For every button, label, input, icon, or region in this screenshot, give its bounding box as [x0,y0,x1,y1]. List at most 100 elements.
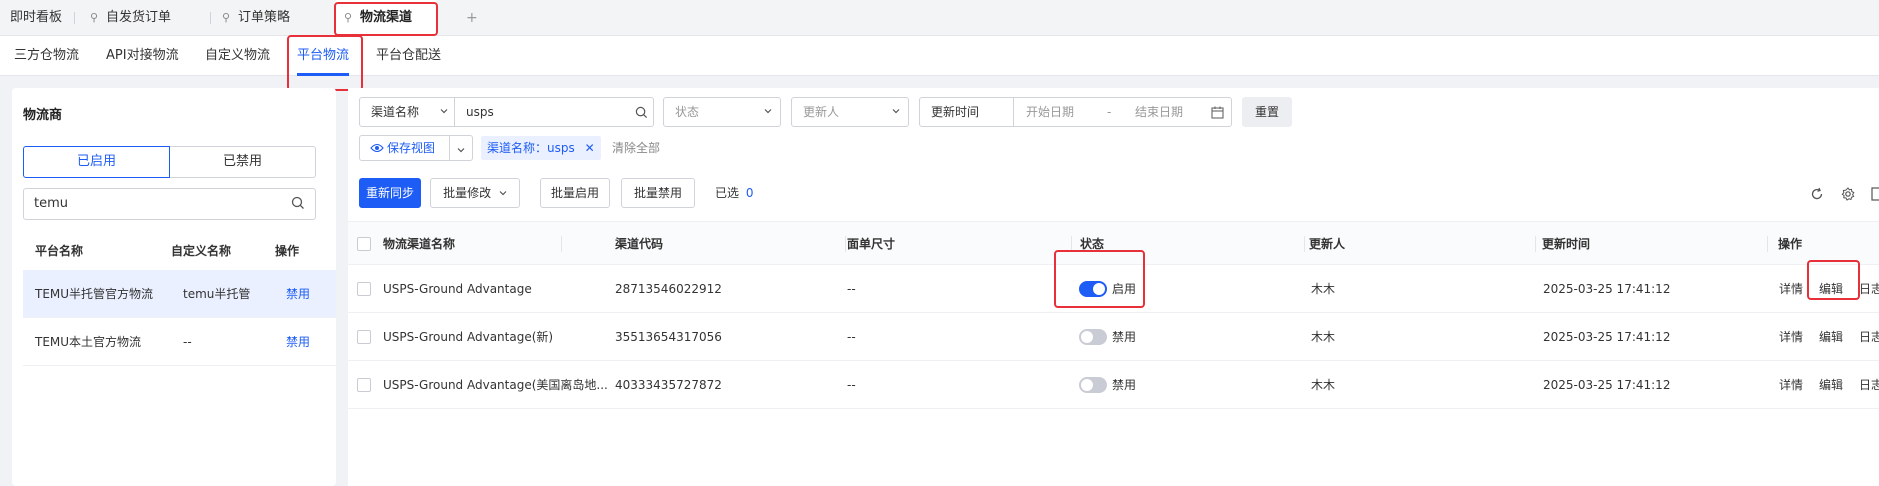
save-view-dropdown[interactable] [449,135,473,161]
col-divider [845,236,846,252]
end-date-input[interactable]: 结束日期 [1135,98,1183,126]
status-toggle[interactable] [1079,281,1107,297]
subtab-platform-warehouse[interactable]: 平台仓配送 [376,36,441,76]
top-tab-logistics-channel[interactable]: ⚲ 物流渠道 [336,0,436,36]
detail-link[interactable]: 详情 [1779,265,1803,313]
reset-button[interactable]: 重置 [1242,97,1292,127]
batch-edit-dropdown[interactable]: 批量修改 [430,178,520,208]
updater-name: 木木 [1311,330,1336,344]
refresh-icon[interactable] [1810,187,1824,201]
search-icon[interactable] [291,196,305,210]
channel-search-input[interactable]: usps [466,98,494,126]
save-view-button[interactable]: 保存视图 [359,135,450,161]
carrier-row[interactable]: TEMU本土官方物流 -- 禁用 [23,318,336,366]
table-header: 物流渠道名称 渠道代码 面单尺寸 状态 更新人 更新时间 操作 [348,221,1879,265]
updater-name: 木木 [1311,282,1336,296]
col-header-channel-code: 渠道代码 [615,237,664,251]
pin-icon: ⚲ [222,11,231,24]
select-value: 渠道名称 [371,105,420,119]
add-tab-icon[interactable]: + [466,0,478,36]
search-icon[interactable] [635,106,648,119]
subtab-platform-logistics[interactable]: 平台物流 [297,36,349,76]
col-header-operations: 操作 [1778,237,1803,251]
carrier-platform-name: TEMU半托管官方物流 [35,287,154,301]
col-header-updater: 更新人 [1309,237,1346,251]
status-toggle[interactable] [1079,377,1107,393]
subtab-custom-logistics[interactable]: 自定义物流 [205,36,270,76]
label-size: -- [847,282,856,296]
edit-link[interactable]: 编辑 [1819,361,1843,409]
carrier-disable-link[interactable]: 禁用 [286,318,310,366]
update-time-label: 更新时间 [919,97,1014,127]
channel-panel: 渠道名称 usps 状态 更新人 更新时间 开始日期 - 结束日期 重置 保存视… [348,88,1879,486]
log-link[interactable]: 日志 [1859,265,1879,313]
segment-disabled[interactable]: 已禁用 [170,146,316,178]
label-size: -- [847,330,856,344]
top-tab-bar: 即时看板 ⚲ 自发货订单 ⚲ 订单策略 ⚲ 物流渠道 + [0,0,1879,36]
batch-enable-button[interactable]: 批量启用 [540,178,610,208]
selected-count: 已选 0 [715,178,753,208]
detail-link[interactable]: 详情 [1779,313,1803,361]
log-link[interactable]: 日志 [1859,361,1879,409]
panel-title: 物流商 [23,108,63,123]
top-tab-dashboard[interactable]: 即时看板 [10,0,62,36]
settings-icon[interactable] [1841,187,1855,201]
pin-icon: ⚲ [344,11,353,24]
subtab-third-party-warehouse[interactable]: 三方仓物流 [14,36,79,76]
tab-label: 订单策略 [238,10,291,25]
close-icon[interactable]: ✕ [585,141,595,155]
batch-edit-label: 批量修改 [443,186,492,200]
update-time: 2025-03-25 17:41:12 [1543,330,1671,344]
update-time: 2025-03-25 17:41:12 [1543,378,1671,392]
clear-all-link[interactable]: 清除全部 [612,136,660,160]
subtab-api-logistics[interactable]: API对接物流 [106,36,179,76]
carrier-custom-name: -- [183,335,192,349]
detail-link[interactable]: 详情 [1779,361,1803,409]
selected-number: 0 [745,186,754,200]
tab-divider [74,12,75,24]
column-icon[interactable] [1871,187,1879,201]
col-header-custom-name: 自定义名称 [171,244,232,258]
col-divider [561,236,562,252]
status-text: 禁用 [1112,330,1137,344]
col-header-platform: 平台名称 [35,244,84,258]
row-checkbox[interactable] [357,282,371,296]
row-checkbox[interactable] [357,330,371,344]
updater-select[interactable]: 更新人 [791,97,909,127]
col-divider [1535,236,1536,252]
status-text: 启用 [1112,282,1137,296]
start-date-input[interactable]: 开始日期 [1026,98,1074,126]
col-header-label-size: 面单尺寸 [847,237,896,251]
channel-field-select[interactable]: 渠道名称 [359,97,455,127]
segment-enabled[interactable]: 已启用 [23,146,170,178]
log-link[interactable]: 日志 [1859,313,1879,361]
select-all-checkbox[interactable] [357,237,371,251]
status-select[interactable]: 状态 [663,97,781,127]
row-checkbox[interactable] [357,378,371,392]
batch-disable-button[interactable]: 批量禁用 [621,178,695,208]
carrier-row[interactable]: TEMU半托管官方物流 temu半托管 禁用 [23,270,336,318]
table-row: USPS-Ground Advantage(新) 35513654317056 … [348,313,1879,361]
top-tab-order-strategy[interactable]: ⚲ 订单策略 [222,0,290,36]
range-separator: - [1107,105,1112,119]
date-range-picker[interactable]: 开始日期 - 结束日期 [1013,97,1232,127]
edit-link[interactable]: 编辑 [1819,313,1843,361]
tab-label: 自发货订单 [106,10,172,25]
status-text: 禁用 [1112,378,1137,392]
channel-code: 28713546022912 [615,282,722,296]
carrier-disable-link[interactable]: 禁用 [286,270,310,318]
update-time: 2025-03-25 17:41:12 [1543,282,1671,296]
channel-name: USPS-Ground Advantage(新) [383,330,554,344]
status-toggle[interactable] [1079,329,1107,345]
select-placeholder: 更新人 [803,105,840,119]
col-header-update-time: 更新时间 [1542,237,1591,251]
tab-label: 物流渠道 [360,10,413,25]
channel-name: USPS-Ground Advantage [383,282,532,296]
top-tab-self-ship-orders[interactable]: ⚲ 自发货订单 [90,0,171,36]
resync-button[interactable]: 重新同步 [359,178,421,208]
channel-search-box: usps [454,97,654,127]
carrier-search-input[interactable] [34,196,274,211]
table-row: USPS-Ground Advantage(美国离岛地... 403334357… [348,361,1879,409]
edit-link[interactable]: 编辑 [1819,265,1843,313]
chevron-down-icon [499,191,507,196]
